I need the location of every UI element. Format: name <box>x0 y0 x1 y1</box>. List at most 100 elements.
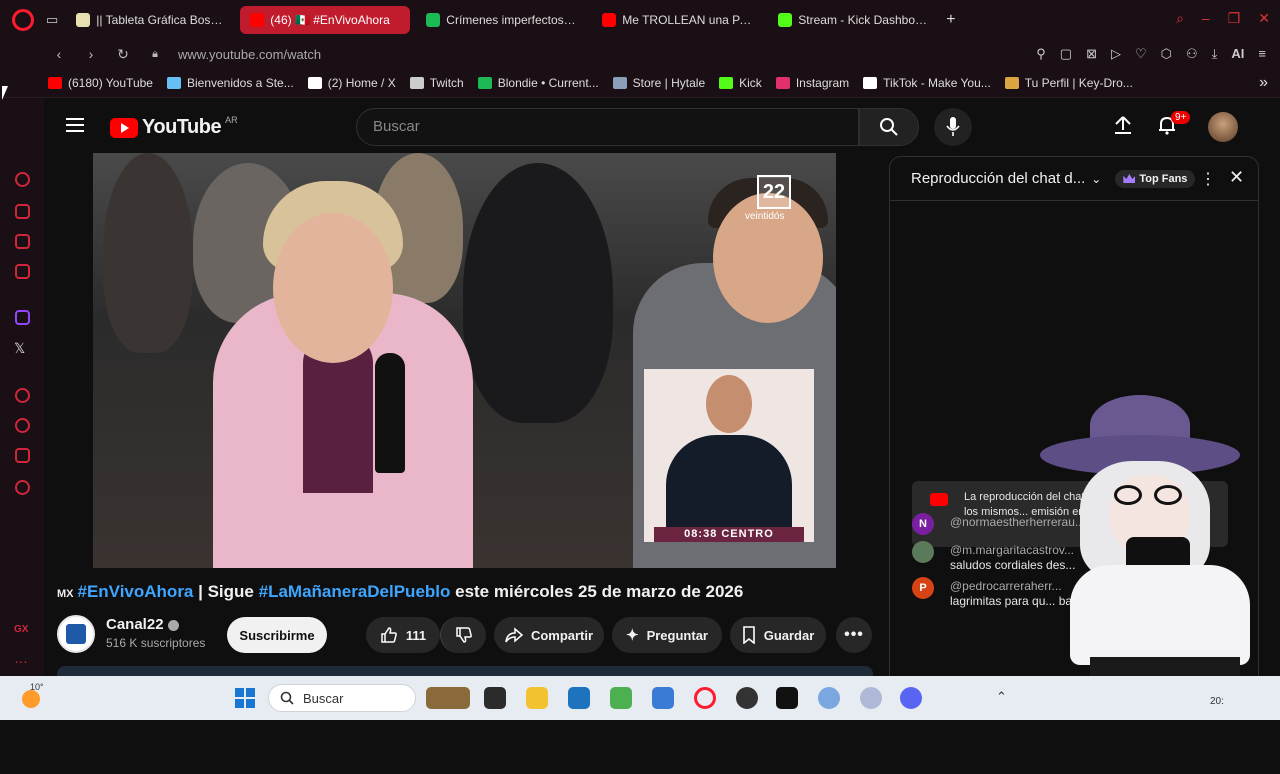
minecraft-icon[interactable] <box>610 687 632 709</box>
save-button[interactable]: Guardar <box>730 617 826 653</box>
aria-icon[interactable] <box>15 172 30 187</box>
chat-title[interactable]: Reproducción del chat d... <box>911 170 1085 187</box>
search-input[interactable]: Buscar <box>356 108 859 146</box>
clock[interactable]: 20: <box>1210 696 1224 707</box>
windows-start-icon[interactable] <box>235 688 255 708</box>
ask-button[interactable]: ✦ Preguntar <box>612 617 722 653</box>
app-icon[interactable] <box>818 687 840 709</box>
minimize-button[interactable]: – <box>1202 10 1210 27</box>
video-player[interactable]: 22 veintidós 08:38 CENTRO <box>93 153 836 568</box>
browser-tab[interactable]: Stream - Kick Dashboard <box>768 6 938 34</box>
extensions-sidebar-icon[interactable] <box>15 448 30 463</box>
youtube-logo[interactable]: YouTube AR <box>110 115 238 139</box>
pin-icon[interactable]: ⚲ <box>1036 46 1046 62</box>
dislike-button[interactable] <box>440 617 486 653</box>
weather-widget[interactable]: 10° <box>20 682 46 708</box>
bookmark-item[interactable]: (6180) YouTube <box>48 76 153 90</box>
tab-switcher-icon[interactable]: ▭ <box>46 12 58 28</box>
profile-icon[interactable]: ⚇ <box>1186 46 1198 62</box>
mic-icon <box>946 117 960 136</box>
maximize-button[interactable]: ❐ <box>1228 10 1241 27</box>
twitch-icon[interactable] <box>15 310 30 325</box>
menu-icon[interactable]: ≡ <box>1258 46 1266 62</box>
browser-tab[interactable]: || Tableta Gráfica Bosto 12 <box>66 6 234 34</box>
title-hashtag-link[interactable]: #LaMañaneraDelPueblo <box>259 582 451 601</box>
file-explorer-icon[interactable] <box>526 687 548 709</box>
player-sidebar-icon[interactable] <box>15 388 30 403</box>
chat-author-avatar[interactable]: P <box>912 577 934 599</box>
bookmark-item[interactable]: TikTok - Make You... <box>863 76 991 90</box>
heart-icon[interactable]: ♡ <box>1135 46 1147 62</box>
voice-search-button[interactable] <box>934 108 972 146</box>
adblock-icon[interactable]: ⊠ <box>1086 46 1097 62</box>
mail-icon[interactable] <box>15 264 30 279</box>
reload-button[interactable]: ↻ <box>116 46 130 63</box>
url-field[interactable]: www.youtube.com/watch <box>178 47 321 62</box>
ai-button[interactable]: AI <box>1231 46 1244 62</box>
discord-icon[interactable] <box>900 687 922 709</box>
description-box[interactable] <box>57 666 873 676</box>
chat-more-icon[interactable]: ⋮ <box>1200 169 1216 189</box>
chat-author-avatar[interactable]: N <box>912 513 934 535</box>
photos-icon[interactable] <box>652 687 674 709</box>
new-tab-button[interactable]: + <box>946 11 955 29</box>
messenger-icon[interactable] <box>15 234 30 249</box>
like-button[interactable]: 111 <box>366 617 440 653</box>
bookmark-item[interactable]: (2) Home / X <box>307 76 396 90</box>
bookmark-item[interactable]: Bienvenidos a Ste... <box>166 76 294 90</box>
search-button[interactable] <box>859 108 919 146</box>
back-button[interactable]: ‹ <box>52 46 66 62</box>
bookmark-item[interactable]: Tu Perfil | Key-Dro... <box>1004 76 1133 90</box>
upload-icon[interactable] <box>1112 114 1134 136</box>
channel-avatar[interactable] <box>57 615 95 653</box>
chevron-down-icon[interactable]: ⌄ <box>1091 172 1101 186</box>
save-label: Guardar <box>763 627 815 643</box>
close-icon[interactable]: ✕ <box>1229 167 1244 188</box>
browser-tab[interactable]: Crímenes imperfectos 13 - <box>416 6 586 34</box>
player-icon[interactable]: ▷ <box>1111 46 1121 62</box>
channel-name[interactable]: Canal22 <box>106 616 179 633</box>
opera-menu-icon[interactable] <box>12 9 34 31</box>
bookmark-item[interactable]: Kick <box>719 76 762 90</box>
store-icon[interactable] <box>568 687 590 709</box>
search-tabs-icon[interactable]: ⌕ <box>1176 10 1184 27</box>
shopping-icon[interactable] <box>15 204 30 219</box>
taskbar-search[interactable]: Buscar <box>268 684 416 712</box>
bookmark-item[interactable]: Instagram <box>775 75 850 90</box>
subscribe-button[interactable]: Suscribirme <box>227 617 327 653</box>
share-button[interactable]: Compartir <box>494 617 604 653</box>
browser-tab[interactable]: (46) 🇲🇽 #EnVivoAhora <box>240 6 411 34</box>
task-view-icon[interactable] <box>484 687 506 709</box>
guide-menu-icon[interactable] <box>66 118 84 136</box>
download-icon[interactable]: ⤓ <box>1212 46 1218 62</box>
gx-icon[interactable]: GX <box>14 624 28 635</box>
opera-gx-icon[interactable] <box>694 687 716 709</box>
chevron-up-icon[interactable]: ⌃ <box>996 689 1007 705</box>
obs-icon[interactable] <box>736 687 758 709</box>
avatar-sweater <box>1070 565 1250 665</box>
app-icon[interactable] <box>860 687 882 709</box>
bookmark-favicon-icon <box>409 76 424 89</box>
more-actions-button[interactable]: ••• <box>836 617 872 653</box>
x-icon[interactable]: 𝕏 <box>14 340 25 357</box>
bookmark-item[interactable]: Store | Hytale <box>612 76 705 90</box>
more-icon[interactable]: … <box>14 650 28 666</box>
bookmarks-overflow-icon[interactable]: » <box>1259 74 1268 92</box>
top-fans-filter[interactable]: Top Fans <box>1115 169 1196 188</box>
extensions-icon[interactable]: ⬡ <box>1161 46 1172 62</box>
snapshot-icon[interactable]: ▢ <box>1060 46 1072 62</box>
browser-tab[interactable]: Me TROLLEAN una PARTI <box>592 6 762 34</box>
tiktok-icon[interactable] <box>776 687 798 709</box>
bookmark-label: Instagram <box>795 75 850 90</box>
title-hashtag-link[interactable]: #EnVivoAhora <box>78 582 194 601</box>
search-highlight-icon[interactable] <box>426 687 470 709</box>
chat-author-avatar[interactable] <box>912 541 934 563</box>
youtube-header: YouTube AR Buscar 9+ <box>44 98 1266 154</box>
settings-icon[interactable] <box>15 480 30 495</box>
history-icon[interactable] <box>15 418 30 433</box>
forward-button[interactable]: › <box>84 46 98 62</box>
bookmark-item[interactable]: Blondie • Current... <box>477 76 599 90</box>
close-window-button[interactable]: ✕ <box>1258 10 1270 27</box>
bookmark-item[interactable]: Twitch <box>409 76 464 90</box>
account-avatar[interactable] <box>1208 112 1238 142</box>
